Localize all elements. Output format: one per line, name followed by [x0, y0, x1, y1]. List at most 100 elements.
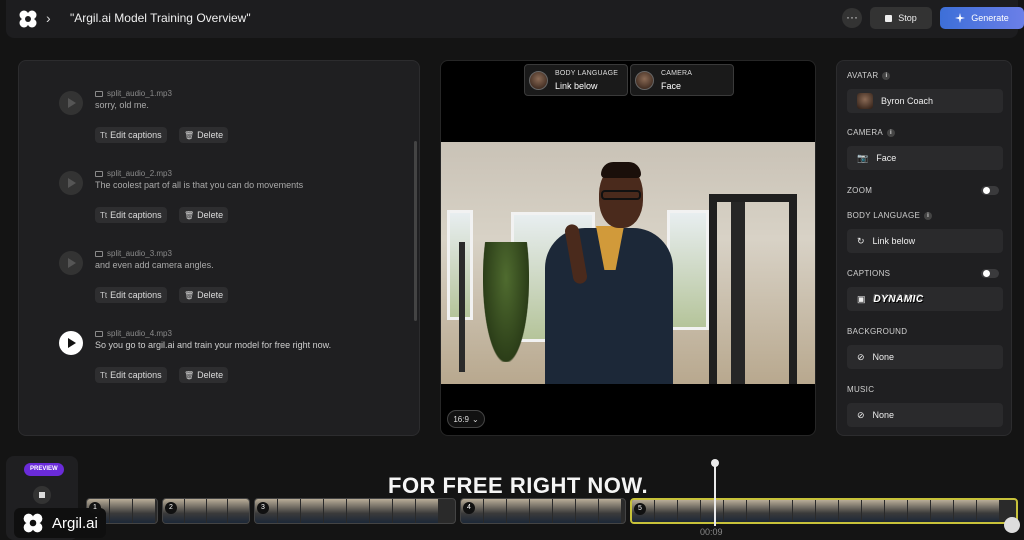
info-icon[interactable]: i	[887, 128, 896, 137]
caption-style-icon: ▣	[857, 293, 866, 304]
none-icon: ⊘	[857, 351, 865, 362]
delete-button[interactable]: 🗑 Delete	[179, 127, 229, 143]
chevron-down-icon: ⌄	[471, 414, 479, 424]
timecode: 00:09	[700, 527, 723, 537]
clip-filename: split_audio_3.mp3	[95, 249, 172, 258]
segment-number: 4	[463, 502, 475, 514]
timeline-settings-button[interactable]	[1004, 517, 1020, 533]
avatar-thumbnail	[529, 71, 548, 90]
timeline-segment[interactable]: 3	[254, 498, 456, 524]
text-icon: Tt	[100, 130, 108, 140]
captions-style-select[interactable]: ▣ DYNAMIC	[847, 287, 1003, 311]
text-icon: Tt	[100, 290, 108, 300]
edit-captions-button[interactable]: Tt Edit captions	[95, 127, 167, 143]
zoom-toggle[interactable]	[981, 186, 999, 195]
play-button[interactable]	[59, 251, 83, 275]
video-frame[interactable]	[441, 142, 815, 384]
text-icon: Tt	[100, 370, 108, 380]
window	[667, 210, 709, 330]
chip-label: CAMERA	[661, 70, 693, 77]
music-select[interactable]: ⊘ None	[847, 403, 1003, 427]
captions-section-label: CAPTIONS	[847, 269, 891, 278]
plant	[483, 242, 529, 362]
trash-icon: 🗑	[184, 210, 195, 220]
trash-icon: 🗑	[184, 130, 195, 140]
clip-caption: sorry, old me.	[95, 100, 149, 110]
camera-select[interactable]: 📷 Face	[847, 146, 1003, 170]
clip-filename: split_audio_1.mp3	[95, 89, 172, 98]
body-language-select[interactable]: ↻ Link below	[847, 229, 1003, 253]
chip-label: BODY LANGUAGE	[555, 70, 619, 77]
clip-caption: and even add camera angles.	[95, 260, 214, 270]
play-icon	[68, 178, 76, 188]
settings-panel: AVATAR i Byron Coach CAMERA i 📷 Face ZOOM B…	[836, 60, 1012, 436]
info-icon[interactable]: i	[924, 211, 933, 220]
stop-label: Stop	[898, 13, 917, 23]
edit-captions-button[interactable]: Tt Edit captions	[95, 287, 167, 303]
play-button[interactable]	[59, 171, 83, 195]
text-icon: Tt	[100, 210, 108, 220]
delete-button[interactable]: 🗑 Delete	[179, 207, 229, 223]
background-select[interactable]: ⊘ None	[847, 345, 1003, 369]
delete-button[interactable]: 🗑 Delete	[179, 367, 229, 383]
play-button[interactable]	[59, 331, 83, 355]
timeline-segment[interactable]: 4	[460, 498, 626, 524]
body-language-section-label: BODY LANGUAGE i	[847, 211, 933, 220]
segment-number: 1	[89, 502, 101, 514]
play-button[interactable]	[59, 91, 83, 115]
presenter-hair	[601, 162, 641, 178]
top-bar: › "Argil.ai Model Training Overview" ···…	[6, 0, 1024, 38]
timeline-segment-selected[interactable]: 5	[630, 498, 1018, 524]
segment-number: 3	[257, 502, 269, 514]
audio-file-icon	[95, 330, 103, 337]
captions-toggle[interactable]	[981, 269, 999, 278]
info-icon[interactable]: i	[882, 71, 891, 80]
generate-button[interactable]: Generate	[940, 7, 1024, 29]
avatar-thumbnail	[635, 71, 654, 90]
sparkle-icon	[955, 13, 966, 23]
camera-section-label: CAMERA i	[847, 128, 896, 137]
zoom-section-label: ZOOM	[847, 186, 873, 195]
aspect-ratio-select[interactable]: 16:9 ⌄	[447, 410, 485, 428]
argil-logo-icon	[23, 513, 43, 533]
delete-button[interactable]: 🗑 Delete	[179, 287, 229, 303]
edit-captions-button[interactable]: Tt Edit captions	[95, 207, 167, 223]
chevron-right-icon[interactable]: ›	[46, 10, 51, 26]
stop-icon	[885, 14, 893, 22]
gym-rack-post	[731, 202, 745, 384]
more-options-button[interactable]: ···	[842, 8, 862, 28]
avatar-section-label: AVATAR i	[847, 71, 891, 80]
trash-icon: 🗑	[184, 290, 195, 300]
audio-file-icon	[95, 90, 103, 97]
avatar-select[interactable]: Byron Coach	[847, 89, 1003, 113]
segment-number: 2	[165, 502, 177, 514]
edit-captions-button[interactable]: Tt Edit captions	[95, 367, 167, 383]
caption-overlay: FOR FREE RIGHT NOW.	[388, 473, 649, 498]
clip-item: split_audio_3.mp3 and even add camera an…	[19, 225, 409, 305]
gym-rack	[709, 194, 797, 384]
generate-label: Generate	[971, 13, 1009, 23]
preview-badge: PREVIEW	[24, 463, 64, 476]
caption-style-value: DYNAMIC	[873, 293, 924, 305]
preview-stop-button[interactable]	[33, 486, 51, 504]
stop-button[interactable]: Stop	[870, 7, 932, 29]
play-icon	[68, 258, 76, 268]
chip-value: Face	[661, 81, 682, 91]
clip-filename: split_audio_2.mp3	[95, 169, 172, 178]
body-language-chip[interactable]: BODY LANGUAGE Link below	[524, 64, 628, 96]
music-section-label: MUSIC	[847, 385, 875, 394]
glasses	[601, 190, 641, 200]
segment-number: 5	[634, 503, 646, 515]
scrollbar[interactable]	[414, 141, 417, 321]
timeline-segment[interactable]: 2	[162, 498, 250, 524]
camera-chip[interactable]: CAMERA Face	[630, 64, 734, 96]
refresh-icon: ↻	[857, 235, 865, 246]
brand-name: Argil.ai	[52, 514, 98, 532]
avatar-thumbnail	[857, 93, 873, 109]
project-title: "Argil.ai Model Training Overview"	[70, 11, 251, 25]
video-preview-panel: BODY LANGUAGE Link below CAMERA Face 16:…	[440, 60, 816, 436]
playhead[interactable]	[714, 462, 716, 526]
clip-caption: So you go to argil.ai and train your mod…	[95, 340, 332, 350]
none-icon: ⊘	[857, 409, 865, 420]
argil-logo-icon[interactable]	[18, 9, 38, 29]
